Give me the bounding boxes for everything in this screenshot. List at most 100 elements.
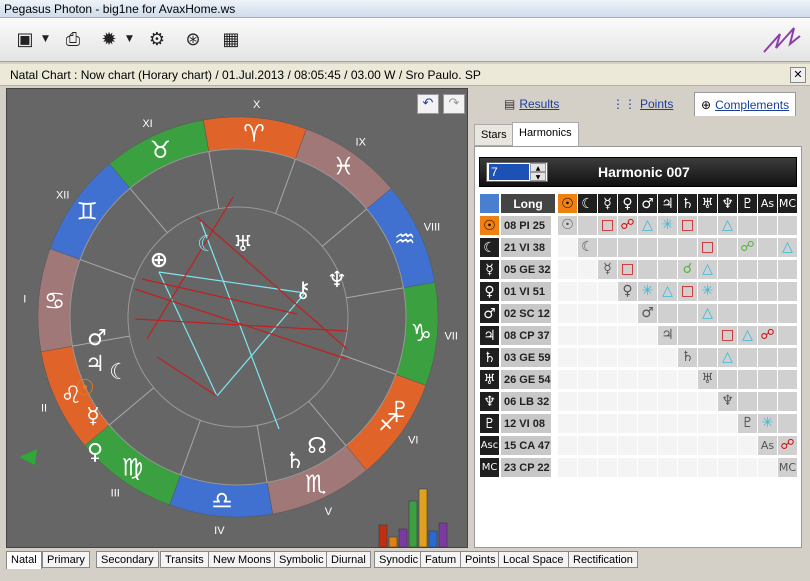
aspect-cell[interactable] — [717, 259, 738, 280]
aspect-cell[interactable] — [597, 391, 618, 412]
aspect-glyph[interactable]: ✳ — [657, 215, 678, 236]
column-glyph[interactable]: ♆ — [717, 193, 738, 214]
aspect-cell[interactable] — [637, 391, 658, 412]
aspect-cell[interactable] — [777, 391, 798, 412]
aspect-glyph[interactable]: △ — [637, 215, 658, 236]
aspect-cell[interactable] — [617, 347, 638, 368]
aspect-cell[interactable] — [637, 259, 658, 280]
column-glyph[interactable]: ☿ — [597, 193, 618, 214]
aspect-cell[interactable] — [557, 281, 578, 302]
aspect-cell[interactable] — [617, 413, 638, 434]
row-glyph[interactable]: ♅ — [479, 369, 500, 390]
aspect-cell[interactable] — [657, 413, 678, 434]
aspect-glyph[interactable]: △ — [697, 259, 718, 280]
aspect-glyph[interactable]: △ — [697, 303, 718, 324]
aspect-cell[interactable] — [677, 457, 698, 478]
row-glyph[interactable]: ♂ — [479, 303, 500, 324]
aspect-cell[interactable] — [657, 435, 678, 456]
aspect-cell[interactable] — [697, 435, 718, 456]
aspect-cell[interactable] — [697, 413, 718, 434]
aspect-cell[interactable] — [717, 457, 738, 478]
aspect-glyph[interactable]: ♄ — [677, 347, 698, 368]
aspect-cell[interactable] — [717, 281, 738, 302]
aspect-cell[interactable] — [677, 237, 698, 258]
aspect-cell[interactable] — [617, 391, 638, 412]
aspect-cell[interactable] — [637, 457, 658, 478]
row-glyph[interactable]: ☉ — [479, 215, 500, 236]
aspect-cell[interactable] — [557, 237, 578, 258]
aspect-cell[interactable] — [577, 435, 598, 456]
aspect-glyph[interactable]: ☌ — [677, 259, 698, 280]
aspect-cell[interactable] — [637, 325, 658, 346]
aspect-cell[interactable] — [597, 347, 618, 368]
aspect-glyph[interactable]: As — [757, 435, 778, 456]
aspect-glyph[interactable]: □ — [697, 237, 718, 258]
tab-points[interactable]: ⋮⋮ Points — [606, 92, 679, 116]
bottom-tab[interactable]: Natal — [6, 551, 42, 569]
aspect-cell[interactable] — [617, 435, 638, 456]
settings-icon[interactable]: ✹ — [96, 26, 122, 52]
aspect-cell[interactable] — [777, 347, 798, 368]
aspect-cell[interactable] — [677, 369, 698, 390]
aspect-cell[interactable] — [637, 435, 658, 456]
aspect-cell[interactable] — [557, 391, 578, 412]
aspect-glyph[interactable]: ☍ — [757, 325, 778, 346]
row-glyph[interactable]: ♄ — [479, 347, 500, 368]
aspect-cell[interactable] — [757, 259, 778, 280]
bottom-tab[interactable]: New Moons — [208, 551, 277, 568]
aspect-cell[interactable] — [737, 457, 758, 478]
aspect-glyph[interactable]: ☍ — [617, 215, 638, 236]
aspect-cell[interactable] — [577, 281, 598, 302]
aspect-cell[interactable] — [597, 237, 618, 258]
aspect-cell[interactable] — [777, 281, 798, 302]
column-glyph[interactable]: ☉ — [557, 193, 578, 214]
aspect-glyph[interactable]: △ — [737, 325, 758, 346]
aspect-cell[interactable] — [737, 303, 758, 324]
aspect-cell[interactable] — [737, 215, 758, 236]
close-icon[interactable]: ✕ — [790, 67, 806, 83]
aspect-glyph[interactable]: ♇ — [737, 413, 758, 434]
aspect-cell[interactable] — [637, 413, 658, 434]
aspect-cell[interactable] — [717, 369, 738, 390]
aspect-cell[interactable] — [617, 457, 638, 478]
aspect-cell[interactable] — [597, 413, 618, 434]
aspect-cell[interactable] — [617, 237, 638, 258]
aspect-cell[interactable] — [657, 237, 678, 258]
aspect-cell[interactable] — [657, 457, 678, 478]
aspect-cell[interactable] — [777, 325, 798, 346]
row-glyph[interactable]: ☿ — [479, 259, 500, 280]
aspect-glyph[interactable]: ✳ — [637, 281, 658, 302]
aspect-cell[interactable] — [597, 303, 618, 324]
aspect-cell[interactable] — [637, 237, 658, 258]
aspect-cell[interactable] — [737, 281, 758, 302]
aspect-cell[interactable] — [597, 281, 618, 302]
aspect-glyph[interactable]: ✳ — [757, 413, 778, 434]
aspect-cell[interactable] — [697, 391, 718, 412]
row-glyph[interactable]: ♇ — [479, 413, 500, 434]
aspect-cell[interactable] — [557, 259, 578, 280]
tab-results[interactable]: ▤ Results — [498, 92, 565, 116]
aspect-cell[interactable] — [597, 369, 618, 390]
aspect-cell[interactable] — [557, 413, 578, 434]
aspect-cell[interactable] — [737, 259, 758, 280]
row-glyph[interactable]: ♃ — [479, 325, 500, 346]
aspect-glyph[interactable]: ☾ — [577, 237, 598, 258]
aspect-cell[interactable] — [677, 435, 698, 456]
stepper-up-icon[interactable]: ▲ — [530, 163, 546, 172]
aspect-cell[interactable] — [757, 215, 778, 236]
row-glyph[interactable]: MC — [479, 457, 500, 478]
aspect-cell[interactable] — [697, 457, 718, 478]
bottom-tab[interactable]: Synodic — [374, 551, 424, 568]
subtab-harmonics[interactable]: Harmonics — [512, 122, 579, 146]
aspect-cell[interactable] — [757, 457, 778, 478]
harmonic-stepper[interactable]: ▲ ▼ — [486, 162, 548, 182]
aspect-cell[interactable] — [717, 435, 738, 456]
aspect-glyph[interactable]: △ — [717, 347, 738, 368]
aspect-cell[interactable] — [717, 413, 738, 434]
bottom-tab[interactable]: Points — [460, 551, 501, 568]
aspect-cell[interactable] — [697, 325, 718, 346]
aspect-cell[interactable] — [777, 413, 798, 434]
aspect-cell[interactable] — [657, 369, 678, 390]
aspect-glyph[interactable]: MC — [777, 457, 798, 478]
aspect-glyph[interactable]: △ — [717, 215, 738, 236]
